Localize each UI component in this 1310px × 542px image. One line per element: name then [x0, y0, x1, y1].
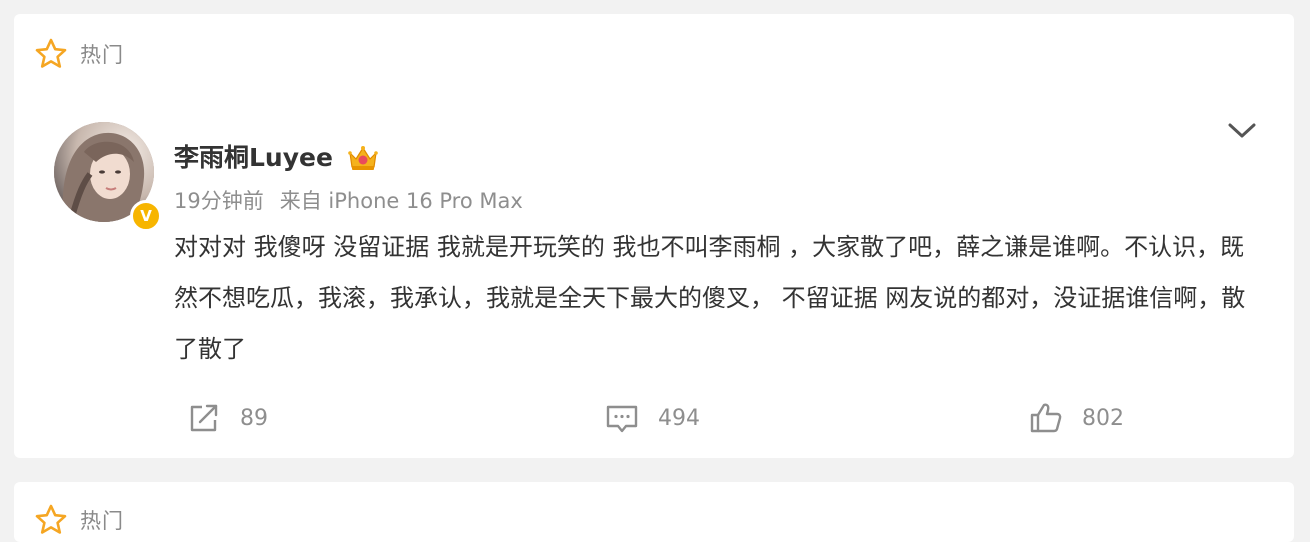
section-header: 热门 [34, 502, 124, 538]
post-meta: 19分钟前 来自 iPhone 16 Pro Max [174, 186, 523, 216]
chevron-down-icon[interactable] [1226, 118, 1258, 142]
section-label: 热门 [80, 509, 124, 533]
share-button[interactable]: 89 [186, 398, 268, 438]
like-count: 802 [1082, 405, 1124, 431]
section-header: 热门 [34, 36, 124, 72]
comment-count: 494 [658, 405, 700, 431]
star-icon [35, 38, 67, 68]
comment-icon [606, 405, 638, 433]
section-label: 热门 [80, 43, 124, 67]
post-content: 对对对 我傻呀 没留证据 我就是开玩笑的 我也不叫李雨桐 ，大家散了吧，薛之谦是… [174, 233, 1246, 363]
star-icon [35, 504, 67, 534]
post-time: 19分钟前 [174, 189, 264, 213]
crown-icon [348, 146, 378, 170]
verified-badge: V [130, 200, 162, 232]
post-actions: 89 494 802 [14, 398, 1294, 438]
next-post-card: 热门 [14, 482, 1294, 542]
author-name[interactable]: 李雨桐Luyee [174, 140, 333, 176]
share-icon [190, 404, 218, 432]
post-card: 热门 V 李雨桐Luyee 19分钟前 来自 iPhone 16 Pro Max… [14, 14, 1294, 458]
post-source: 来自 iPhone 16 Pro Max [279, 189, 523, 213]
comment-button[interactable]: 494 [604, 398, 700, 438]
author-name-row: 李雨桐Luyee [174, 140, 379, 176]
like-button[interactable]: 802 [1028, 398, 1124, 438]
share-count: 89 [240, 405, 268, 431]
like-icon [1030, 403, 1062, 433]
